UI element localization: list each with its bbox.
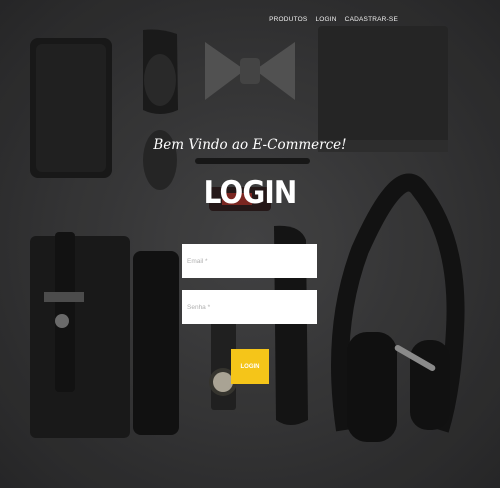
top-nav: PRODUTOS LOGIN CADASTRAR-SE <box>269 16 398 23</box>
email-field[interactable] <box>182 244 317 278</box>
login-button[interactable]: LOGIN <box>231 349 269 384</box>
nav-link-login[interactable]: LOGIN <box>315 16 336 23</box>
password-field[interactable] <box>182 290 317 324</box>
nav-link-produtos[interactable]: PRODUTOS <box>269 16 307 23</box>
page-title: LOGIN <box>203 175 298 211</box>
welcome-text: Bem Vindo ao E-Commerce! <box>153 137 347 153</box>
hero-section: PRODUTOS LOGIN CADASTRAR-SE Bem Vindo ao… <box>0 0 500 488</box>
nav-link-cadastrar[interactable]: CADASTRAR-SE <box>345 16 398 23</box>
